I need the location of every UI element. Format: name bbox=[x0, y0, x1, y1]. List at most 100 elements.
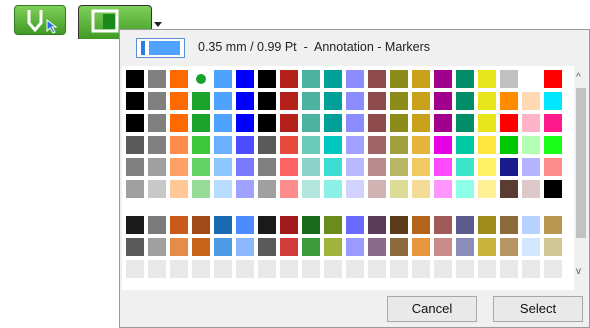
color-swatch[interactable] bbox=[192, 158, 210, 176]
color-swatch[interactable] bbox=[478, 136, 496, 154]
color-swatch[interactable] bbox=[368, 180, 386, 198]
color-swatch[interactable] bbox=[434, 238, 452, 256]
color-swatch[interactable] bbox=[214, 92, 232, 110]
color-swatch[interactable] bbox=[500, 158, 518, 176]
color-swatch[interactable] bbox=[170, 180, 188, 198]
color-swatch[interactable] bbox=[324, 114, 342, 132]
color-swatch[interactable] bbox=[390, 216, 408, 234]
color-swatch[interactable] bbox=[126, 114, 144, 132]
color-swatch[interactable] bbox=[214, 260, 232, 278]
color-swatch[interactable] bbox=[500, 70, 518, 88]
color-swatch[interactable] bbox=[456, 158, 474, 176]
color-swatch[interactable] bbox=[302, 70, 320, 88]
color-swatch[interactable] bbox=[324, 238, 342, 256]
color-swatch[interactable] bbox=[280, 114, 298, 132]
color-swatch[interactable] bbox=[170, 216, 188, 234]
color-swatch[interactable] bbox=[412, 238, 430, 256]
color-swatch[interactable] bbox=[346, 216, 364, 234]
color-swatch[interactable] bbox=[258, 216, 276, 234]
color-swatch[interactable] bbox=[214, 114, 232, 132]
color-swatch[interactable] bbox=[126, 180, 144, 198]
color-swatch[interactable] bbox=[214, 70, 232, 88]
color-swatch[interactable] bbox=[280, 180, 298, 198]
color-swatch[interactable] bbox=[368, 238, 386, 256]
color-swatch[interactable] bbox=[258, 238, 276, 256]
color-swatch[interactable] bbox=[434, 260, 452, 278]
color-swatch[interactable] bbox=[412, 70, 430, 88]
color-swatch[interactable] bbox=[302, 216, 320, 234]
color-swatch[interactable] bbox=[522, 70, 540, 88]
color-swatch[interactable] bbox=[500, 180, 518, 198]
color-swatch[interactable] bbox=[280, 158, 298, 176]
color-swatch[interactable] bbox=[280, 70, 298, 88]
color-swatch[interactable] bbox=[368, 260, 386, 278]
color-swatch[interactable] bbox=[346, 70, 364, 88]
color-swatch[interactable] bbox=[368, 70, 386, 88]
color-swatch[interactable] bbox=[434, 136, 452, 154]
color-swatch[interactable] bbox=[170, 92, 188, 110]
color-swatch[interactable] bbox=[434, 158, 452, 176]
color-swatch[interactable] bbox=[346, 260, 364, 278]
color-swatch[interactable] bbox=[192, 136, 210, 154]
color-swatch[interactable] bbox=[258, 92, 276, 110]
color-swatch[interactable] bbox=[214, 180, 232, 198]
color-swatch[interactable] bbox=[412, 216, 430, 234]
scroll-thumb[interactable] bbox=[576, 88, 586, 238]
color-swatch[interactable] bbox=[346, 114, 364, 132]
color-swatch[interactable] bbox=[280, 238, 298, 256]
color-swatch[interactable] bbox=[368, 136, 386, 154]
color-swatch[interactable] bbox=[478, 260, 496, 278]
color-swatch[interactable] bbox=[412, 114, 430, 132]
color-swatch[interactable] bbox=[478, 92, 496, 110]
color-swatch[interactable] bbox=[236, 114, 254, 132]
color-swatch[interactable] bbox=[390, 158, 408, 176]
color-swatch[interactable] bbox=[302, 114, 320, 132]
color-swatch[interactable] bbox=[148, 70, 166, 88]
color-swatch[interactable] bbox=[126, 158, 144, 176]
color-swatch[interactable] bbox=[148, 136, 166, 154]
color-swatch[interactable] bbox=[192, 260, 210, 278]
color-swatch[interactable] bbox=[302, 92, 320, 110]
color-swatch[interactable] bbox=[324, 260, 342, 278]
color-swatch[interactable] bbox=[456, 92, 474, 110]
color-swatch[interactable] bbox=[324, 92, 342, 110]
color-swatch[interactable] bbox=[412, 136, 430, 154]
color-swatch[interactable] bbox=[434, 92, 452, 110]
color-swatch[interactable] bbox=[346, 136, 364, 154]
color-swatch[interactable] bbox=[280, 260, 298, 278]
color-swatch[interactable] bbox=[236, 216, 254, 234]
pen-tool-button[interactable] bbox=[14, 5, 66, 35]
color-swatch[interactable] bbox=[302, 260, 320, 278]
color-swatch[interactable] bbox=[500, 92, 518, 110]
color-swatch[interactable] bbox=[434, 114, 452, 132]
color-swatch[interactable] bbox=[148, 180, 166, 198]
color-swatch[interactable] bbox=[302, 180, 320, 198]
color-swatch[interactable] bbox=[390, 114, 408, 132]
color-swatch[interactable] bbox=[192, 114, 210, 132]
color-swatch[interactable] bbox=[522, 216, 540, 234]
color-swatch[interactable] bbox=[522, 238, 540, 256]
color-swatch[interactable] bbox=[302, 136, 320, 154]
scroll-up-icon[interactable]: ^ bbox=[576, 72, 581, 83]
color-swatch[interactable] bbox=[456, 136, 474, 154]
color-swatch[interactable] bbox=[170, 114, 188, 132]
color-swatch[interactable] bbox=[258, 180, 276, 198]
color-swatch[interactable] bbox=[214, 158, 232, 176]
color-swatch[interactable] bbox=[126, 238, 144, 256]
color-swatch[interactable] bbox=[412, 260, 430, 278]
color-swatch[interactable] bbox=[148, 158, 166, 176]
chevron-down-icon[interactable] bbox=[154, 22, 162, 27]
color-swatch[interactable] bbox=[522, 136, 540, 154]
color-swatch[interactable] bbox=[126, 136, 144, 154]
color-swatch[interactable] bbox=[302, 158, 320, 176]
color-swatch[interactable] bbox=[544, 136, 562, 154]
color-swatch[interactable] bbox=[456, 238, 474, 256]
color-swatch[interactable] bbox=[500, 216, 518, 234]
color-swatch[interactable] bbox=[368, 92, 386, 110]
color-swatch[interactable] bbox=[522, 158, 540, 176]
color-swatch[interactable] bbox=[170, 158, 188, 176]
color-swatch[interactable] bbox=[192, 180, 210, 198]
color-swatch[interactable] bbox=[412, 92, 430, 110]
color-swatch[interactable] bbox=[280, 92, 298, 110]
color-swatch[interactable] bbox=[544, 92, 562, 110]
